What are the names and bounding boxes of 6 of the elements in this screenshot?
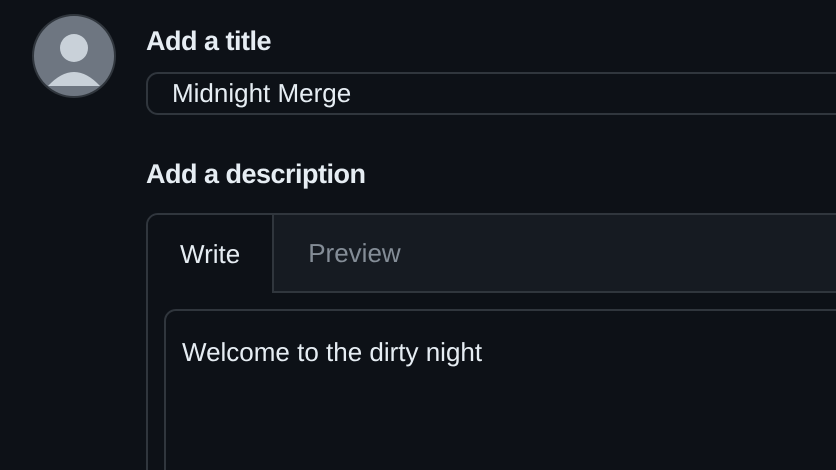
description-label: Add a description — [146, 158, 367, 191]
title-label: Add a title — [146, 25, 272, 58]
tab[interactable]: Preview — [274, 215, 435, 291]
title-field[interactable]: Midnight Merge — [146, 72, 836, 115]
description-field[interactable]: Welcome to the dirty night — [164, 309, 836, 470]
tab[interactable]: Write — [148, 215, 274, 293]
